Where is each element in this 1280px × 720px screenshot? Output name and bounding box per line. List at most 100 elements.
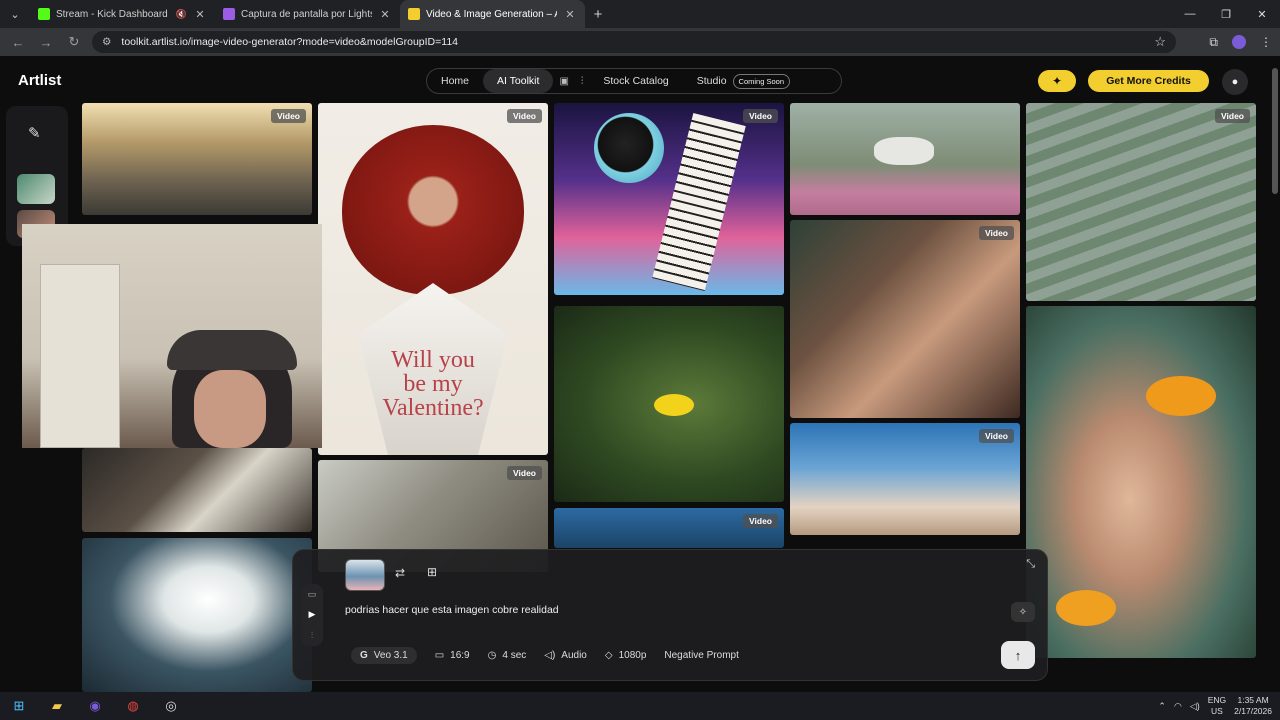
collapse-icon[interactable]: ⤡ bbox=[1026, 558, 1035, 571]
gallery-card-valentine[interactable]: Will you be my Valentine? Video bbox=[318, 103, 548, 455]
audio-toggle[interactable]: ◁) Audio bbox=[544, 650, 587, 661]
aspect-ratio-icon: ▭ bbox=[434, 650, 445, 661]
tab-search-icon[interactable]: ⌄ bbox=[0, 0, 30, 28]
language-indicator[interactable]: ENG US bbox=[1208, 695, 1226, 717]
close-tab-icon[interactable]: ✕ bbox=[378, 8, 392, 21]
diamond-icon: ◇ bbox=[604, 650, 613, 661]
gallery-card-couple[interactable]: Video bbox=[790, 220, 1020, 418]
sparkle-button[interactable]: ✦ bbox=[1038, 70, 1076, 92]
close-window-icon[interactable]: ✕ bbox=[1244, 0, 1280, 28]
image-mode-icon[interactable]: ▭ bbox=[308, 589, 317, 600]
audio-tool-icon[interactable]: ⫶ bbox=[575, 76, 590, 87]
toolbar-right: ⧉ ⋮ bbox=[1209, 28, 1272, 56]
clock[interactable]: 1:35 AM 2/17/2026 bbox=[1234, 695, 1272, 717]
windows-start-icon[interactable]: ⊞ bbox=[0, 692, 38, 720]
nav-studio[interactable]: Studio Coming Soon bbox=[683, 69, 790, 93]
lang-region: US bbox=[1211, 706, 1223, 716]
tab-kick-dashboard[interactable]: Stream - Kick Dashboard 🔇 ✕ bbox=[30, 0, 215, 28]
duration-label: 4 sec bbox=[502, 650, 527, 661]
webcam-person-face bbox=[194, 370, 266, 448]
negative-prompt-button[interactable]: Negative Prompt bbox=[664, 650, 738, 661]
generate-button[interactable]: ↑ bbox=[1001, 641, 1035, 669]
user-icon: ● bbox=[1231, 76, 1239, 88]
image-tool-icon[interactable]: ▣ bbox=[553, 76, 574, 87]
new-tab-button[interactable]: + bbox=[585, 6, 611, 23]
profile-avatar[interactable] bbox=[1232, 35, 1246, 49]
site-info-icon[interactable]: ⚙ bbox=[102, 36, 111, 48]
close-tab-icon[interactable]: ✕ bbox=[193, 8, 207, 21]
video-badge: Video bbox=[271, 109, 306, 123]
webcam-person-hat bbox=[167, 330, 297, 370]
video-badge: Video bbox=[743, 514, 778, 528]
bookmark-star-icon[interactable]: ☆ bbox=[1154, 34, 1166, 50]
nav-ai-toolkit[interactable]: AI Toolkit bbox=[483, 69, 554, 93]
gallery-card-rooftop[interactable]: Video bbox=[82, 103, 312, 215]
forward-icon[interactable]: → bbox=[32, 35, 60, 50]
resolution-selector[interactable]: ◇ 1080p bbox=[605, 650, 647, 661]
aspect-ratio-selector[interactable]: ▭ 16:9 bbox=[435, 650, 470, 661]
extensions-icon[interactable]: ⧉ bbox=[1209, 35, 1218, 50]
enhance-prompt-icon[interactable]: ✧ bbox=[1011, 602, 1035, 622]
nav-stock-catalog[interactable]: Stock Catalog bbox=[589, 69, 682, 93]
user-menu-button[interactable]: ● bbox=[1222, 69, 1248, 95]
valentine-line-2: be my bbox=[403, 371, 463, 397]
reload-icon[interactable]: ↻ bbox=[60, 34, 88, 50]
address-bar[interactable]: ⚙ toolkit.artlist.io/image-video-generat… bbox=[92, 31, 1176, 53]
tray-icon[interactable]: ⌃ bbox=[1158, 701, 1166, 712]
gallery-card-power-lines[interactable]: Video bbox=[554, 508, 784, 548]
gallery-card-goldfish-face[interactable] bbox=[1026, 306, 1256, 658]
resolution-label: 1080p bbox=[618, 650, 647, 661]
app-icon[interactable]: ◉ bbox=[76, 692, 114, 720]
audio-mode-icon[interactable]: ⫶ bbox=[311, 630, 313, 641]
get-more-credits-button[interactable]: Get More Credits bbox=[1088, 70, 1209, 92]
gallery-card-horse[interactable] bbox=[790, 103, 1020, 215]
reference-image-thumbnail[interactable] bbox=[345, 559, 385, 591]
gallery-card-astronaut[interactable]: Video bbox=[554, 103, 784, 295]
model-selector[interactable]: G Veo 3.1 bbox=[351, 647, 417, 664]
valentine-line-1: Will you bbox=[391, 347, 475, 373]
swap-icon[interactable]: ⇄ bbox=[395, 566, 405, 580]
page-scrollbar[interactable] bbox=[1272, 68, 1278, 194]
tab-artlist[interactable]: Video & Image Generation – AI ✕ bbox=[400, 0, 585, 28]
tab-lightshot[interactable]: Captura de pantalla por Lightshot ✕ bbox=[215, 0, 400, 28]
new-generation-icon[interactable]: ✎ bbox=[28, 124, 41, 142]
back-icon[interactable]: ← bbox=[4, 35, 32, 50]
kick-favicon-icon bbox=[38, 8, 50, 20]
chrome-icon[interactable]: ◍ bbox=[114, 692, 152, 720]
duration-selector[interactable]: ◷ 4 sec bbox=[488, 650, 527, 661]
audio-label: Audio bbox=[561, 650, 587, 661]
nav-home[interactable]: Home bbox=[427, 69, 483, 93]
arrow-up-icon: ↑ bbox=[1014, 647, 1022, 663]
obs-icon[interactable]: ◎ bbox=[152, 692, 190, 720]
gallery-card-yellow-bird[interactable] bbox=[554, 306, 784, 502]
clock-time: 1:35 AM bbox=[1237, 695, 1269, 705]
tab-title: Video & Image Generation – AI bbox=[426, 8, 557, 20]
gallery-card-ferris-wheel[interactable] bbox=[82, 538, 312, 692]
network-icon[interactable]: ◠ bbox=[1174, 701, 1182, 712]
bird-shape bbox=[654, 394, 694, 416]
studio-label: Studio bbox=[696, 75, 727, 87]
speaker-icon: ◁) bbox=[544, 650, 556, 661]
mute-icon[interactable]: 🔇 bbox=[176, 9, 187, 20]
history-thumbnail[interactable] bbox=[17, 174, 55, 204]
file-explorer-icon[interactable]: ▰ bbox=[38, 692, 76, 720]
clock-date: 2/17/2026 bbox=[1234, 706, 1272, 716]
artlist-app: Artlist Home AI Toolkit ▣ ⫶ Stock Catalo… bbox=[0, 56, 1280, 692]
video-badge: Video bbox=[507, 109, 542, 123]
negative-label: Negative Prompt bbox=[664, 650, 739, 661]
restore-icon[interactable]: ❐ bbox=[1208, 0, 1244, 28]
timer-icon: ◷ bbox=[487, 650, 497, 661]
add-frame-icon[interactable]: ⊞ bbox=[427, 565, 437, 579]
gallery-card-pelicans[interactable]: Video bbox=[790, 423, 1020, 535]
valentine-line-3: Valentine? bbox=[382, 395, 484, 421]
prompt-input[interactable]: podrias hacer que esta imagen cobre real… bbox=[345, 604, 559, 616]
menu-icon[interactable]: ⋮ bbox=[1260, 35, 1272, 49]
close-tab-icon[interactable]: ✕ bbox=[563, 8, 577, 21]
gallery-card-window-blinds[interactable]: Video bbox=[1026, 103, 1256, 301]
video-mode-icon[interactable]: ▶ bbox=[309, 609, 316, 620]
model-label: Veo 3.1 bbox=[373, 650, 408, 661]
minimize-icon[interactable]: — bbox=[1172, 0, 1208, 28]
volume-icon[interactable]: ◁) bbox=[1190, 701, 1200, 712]
gallery-card-office-man[interactable] bbox=[82, 448, 312, 532]
artlist-logo[interactable]: Artlist bbox=[18, 72, 61, 89]
